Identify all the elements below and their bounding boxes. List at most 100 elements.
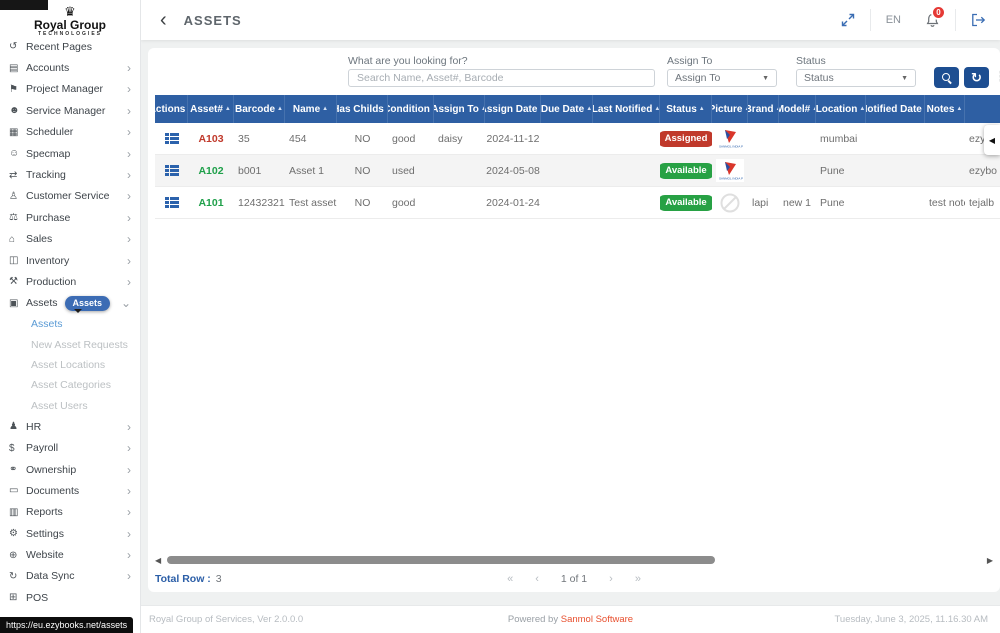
assets-panel: What are you looking for? Assign To Assi… bbox=[148, 48, 1000, 592]
sidebar-subitem-asset-locations[interactable]: Asset Locations bbox=[0, 355, 140, 375]
notification-count-badge: 0 bbox=[931, 5, 946, 20]
footer-brand-link[interactable]: Sanmol Software bbox=[561, 614, 633, 625]
sidebar-subitem-asset-categories[interactable]: Asset Categories bbox=[0, 375, 140, 395]
sidebar-item-data-sync[interactable]: ↻ Data Sync › bbox=[0, 566, 140, 587]
svg-text:SANMOL INDIA PVT LTD: SANMOL INDIA PVT LTD bbox=[719, 177, 743, 181]
sidebar-item-recent-pages[interactable]: ↺ Recent Pages bbox=[0, 36, 140, 57]
prev-page-icon[interactable]: ‹ bbox=[535, 573, 539, 585]
scroll-left-icon[interactable]: ◀ bbox=[155, 556, 161, 565]
sidebar-item-sales[interactable]: ⌂ Sales › bbox=[0, 229, 140, 250]
sidebar-item-customer-service[interactable]: ♙ Customer Service › bbox=[0, 186, 140, 207]
cell-location: Pune bbox=[816, 197, 866, 209]
cell-location: Pune bbox=[816, 165, 866, 177]
sidebar-item-website[interactable]: ⊕ Website › bbox=[0, 544, 140, 565]
asset-number-link[interactable]: A103 bbox=[198, 133, 223, 145]
status-badge: Assigned bbox=[660, 131, 712, 147]
sidebar-item-reports[interactable]: ▥ Reports › bbox=[0, 502, 140, 523]
next-page-icon[interactable]: › bbox=[609, 573, 613, 585]
column-header-model[interactable]: Model#▲ bbox=[779, 95, 816, 123]
customer-service-icon: ♙ bbox=[9, 191, 26, 202]
asset-number-link[interactable]: A101 bbox=[198, 197, 223, 209]
sidebar-item-settings[interactable]: ⚙ Settings › bbox=[0, 523, 140, 544]
column-header-has-childs[interactable]: Has Childs▲ bbox=[337, 95, 388, 123]
sidebar-item-accounts[interactable]: ▤ Accounts › bbox=[0, 57, 140, 78]
sidebar-item-pos[interactable]: ⊞ POS bbox=[0, 587, 140, 608]
chevron-right-icon: › bbox=[127, 191, 131, 201]
column-header-asset[interactable]: Asset#▲ bbox=[188, 95, 234, 123]
sidebar-item-assets[interactable]: ▣ Assets Assets ⌄ bbox=[0, 293, 140, 314]
sidebar-item-hr[interactable]: ♟ HR › bbox=[0, 416, 140, 437]
project-manager-icon: ⚑ bbox=[9, 84, 26, 95]
status-badge: Available bbox=[660, 163, 712, 179]
column-header-notes[interactable]: Notes▲ bbox=[925, 95, 965, 123]
first-page-icon[interactable]: « bbox=[507, 573, 513, 585]
back-icon[interactable]: ‹ bbox=[160, 11, 167, 29]
sort-icon: ▲ bbox=[586, 106, 592, 112]
asset-number-link[interactable]: A102 bbox=[198, 165, 223, 177]
column-header-status[interactable]: Status▲ bbox=[660, 95, 712, 123]
column-header-actions[interactable]: Actions▲ bbox=[155, 95, 188, 123]
sidebar-item-specmap[interactable]: ☺ Specmap › bbox=[0, 143, 140, 164]
expand-fullscreen-icon[interactable] bbox=[841, 13, 855, 27]
sidebar-subitem-new-asset-requests[interactable]: New Asset Requests bbox=[0, 334, 140, 354]
svg-text:SANMOL INDIA PVT LTD: SANMOL INDIA PVT LTD bbox=[719, 145, 743, 149]
row-actions-button[interactable] bbox=[165, 197, 179, 208]
sidebar-item-documents[interactable]: ▭ Documents › bbox=[0, 480, 140, 501]
column-header-due-date[interactable]: Due Date▲ bbox=[541, 95, 593, 123]
chevron-right-icon: › bbox=[127, 571, 131, 581]
scroll-right-icon[interactable]: ▶ bbox=[987, 556, 993, 565]
sidebar-item-ownership[interactable]: ⚭ Ownership › bbox=[0, 459, 140, 480]
sidebar-item-scheduler[interactable]: ▦ Scheduler › bbox=[0, 122, 140, 143]
language-switcher[interactable]: EN bbox=[886, 14, 901, 26]
column-header-notified-date[interactable]: Notified Date▲ bbox=[866, 95, 925, 123]
column-header-assign-to[interactable]: Assign To▲ bbox=[434, 95, 485, 123]
logout-icon[interactable] bbox=[971, 13, 986, 27]
panel-collapse-button[interactable]: ◀ bbox=[984, 125, 1000, 155]
sidebar-item-purchase[interactable]: ⚖ Purchase › bbox=[0, 207, 140, 228]
column-header-condition[interactable]: Condition▲ bbox=[388, 95, 434, 123]
ownership-icon: ⚭ bbox=[9, 464, 26, 475]
sidebar-item-project-manager[interactable]: ⚑ Project Manager › bbox=[0, 79, 140, 100]
assign-to-dropdown[interactable]: Assign To ▼ bbox=[667, 69, 777, 87]
last-page-icon[interactable]: » bbox=[635, 573, 641, 585]
cell-assign-to: daisy bbox=[434, 133, 485, 145]
column-header-location[interactable]: Location▲ bbox=[816, 95, 866, 123]
cell-brand: lapi bbox=[748, 197, 779, 209]
cell-location: mumbai bbox=[816, 133, 866, 145]
status-dropdown[interactable]: Status ▼ bbox=[796, 69, 916, 87]
column-header-picture[interactable]: Picture▲ bbox=[712, 95, 748, 123]
chevron-right-icon: › bbox=[127, 422, 131, 432]
purchase-icon: ⚖ bbox=[9, 212, 26, 223]
column-header-brand[interactable]: Brand▲ bbox=[748, 95, 779, 123]
sidebar-item-inventory[interactable]: ◫ Inventory › bbox=[0, 250, 140, 271]
sidebar-subitem-asset-users[interactable]: Asset Users bbox=[0, 396, 140, 416]
column-header-assign-date[interactable]: Assign Date▲ bbox=[485, 95, 541, 123]
notification-bell-icon[interactable]: 0 bbox=[925, 12, 940, 28]
search-button[interactable] bbox=[934, 67, 959, 88]
cell-assign-date: 2024-11-12 bbox=[485, 133, 541, 145]
cell-condition: good bbox=[388, 133, 434, 145]
sort-icon: ▲ bbox=[956, 106, 962, 112]
cell-condition: used bbox=[388, 165, 434, 177]
sidebar-item-payroll[interactable]: $ Payroll › bbox=[0, 437, 140, 458]
sidebar-item-tracking[interactable]: ⇄ Tracking › bbox=[0, 164, 140, 185]
chevron-right-icon: › bbox=[127, 256, 131, 266]
column-header-name[interactable]: Name▲ bbox=[285, 95, 337, 123]
sidebar-subitem-assets[interactable]: Assets bbox=[0, 314, 140, 334]
assets-table: Actions▲ Asset#▲ Barcode▲ Name▲ Has Chil… bbox=[155, 95, 1000, 219]
brand-name: Royal Group bbox=[0, 19, 140, 31]
sidebar-item-production[interactable]: ⚒ Production › bbox=[0, 271, 140, 292]
row-actions-button[interactable] bbox=[165, 165, 179, 176]
row-actions-button[interactable] bbox=[165, 133, 179, 144]
column-header-last-notified[interactable]: Last Notified▲ bbox=[593, 95, 660, 123]
cell-barcode: b001 bbox=[234, 165, 285, 177]
column-header-clipped[interactable] bbox=[965, 95, 1000, 123]
sidebar-item-service-manager[interactable]: ☻ Service Manager › bbox=[0, 100, 140, 121]
horizontal-scrollbar[interactable]: ◀ ▶ bbox=[155, 555, 993, 565]
kebab-menu-icon[interactable]: ⋮ bbox=[994, 68, 1000, 85]
page-title: ASSETS bbox=[184, 13, 242, 28]
search-input[interactable] bbox=[348, 69, 655, 87]
refresh-button[interactable]: ↻ bbox=[964, 67, 989, 88]
scrollbar-thumb[interactable] bbox=[167, 556, 715, 564]
column-header-barcode[interactable]: Barcode▲ bbox=[234, 95, 285, 123]
